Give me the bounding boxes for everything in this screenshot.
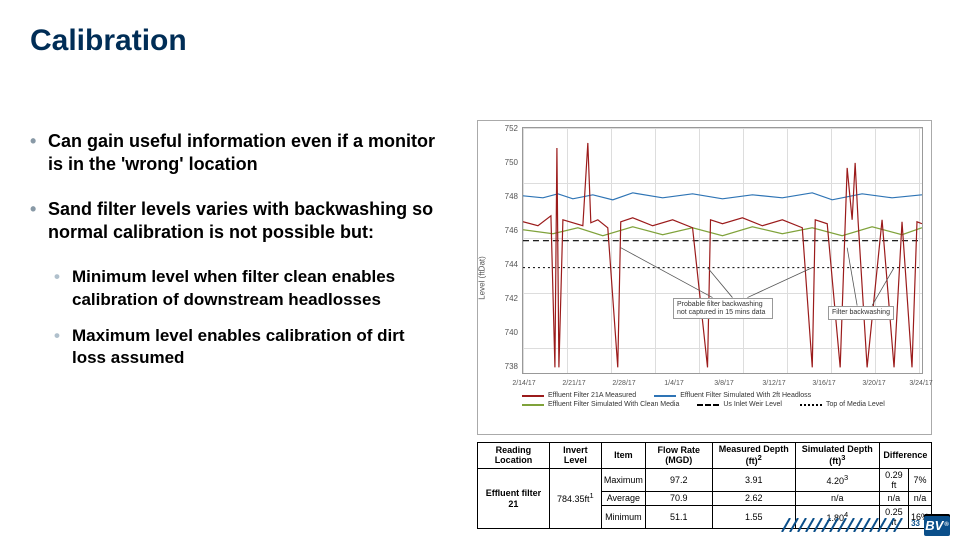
xtick: 3/12/17 xyxy=(762,380,785,387)
bullet-1: •Can gain useful information even if a m… xyxy=(30,130,445,176)
th: Reading Location xyxy=(478,443,550,469)
footer-hatch-icon xyxy=(780,518,910,532)
td: 4.203 xyxy=(795,468,879,492)
ytick: 750 xyxy=(490,158,518,167)
bullet-4-text: Maximum level enables calibration of dir… xyxy=(72,325,437,370)
td: 2.62 xyxy=(712,492,795,505)
td: 3.91 xyxy=(712,468,795,492)
page-number: 33 xyxy=(911,519,920,528)
xtick: 3/20/17 xyxy=(862,380,885,387)
legend-item: Effluent Filter 21A Measured xyxy=(522,392,636,399)
ytick: 738 xyxy=(490,362,518,371)
y-axis-label: Level (ftDat) xyxy=(477,256,486,300)
slide: Calibration •Can gain useful information… xyxy=(0,0,960,540)
legend-item: Effluent Filter Simulated With 2ft Headl… xyxy=(654,392,811,399)
chart-series xyxy=(523,128,922,372)
td: 70.9 xyxy=(645,492,712,505)
xtick: 2/14/17 xyxy=(512,380,535,387)
ytick: 740 xyxy=(490,328,518,337)
plot-area: Probable filter backwashing not captured… xyxy=(522,127,923,374)
xtick: 3/16/17 xyxy=(812,380,835,387)
bullet-1-text: Can gain useful information even if a mo… xyxy=(48,130,438,176)
annotation-1: Probable filter backwashing not captured… xyxy=(673,298,773,319)
legend-item: Effluent Filter Simulated With Clean Med… xyxy=(522,401,679,408)
td: Minimum xyxy=(601,505,645,529)
td: n/a xyxy=(795,492,879,505)
legend-item: Us Inlet Weir Level xyxy=(697,401,782,408)
xtick: 3/24/17 xyxy=(909,380,932,387)
td: 51.1 xyxy=(645,505,712,529)
bullet-4: •Maximum level enables calibration of di… xyxy=(54,325,445,370)
annotation-2: Filter backwashing xyxy=(828,306,894,320)
td: Average xyxy=(601,492,645,505)
bullet-2: •Sand filter levels varies with backwash… xyxy=(30,198,445,244)
td: 97.2 xyxy=(645,468,712,492)
td: Maximum xyxy=(601,468,645,492)
td: 0.29 ft xyxy=(879,468,908,492)
legend-item: Top of Media Level xyxy=(800,401,885,408)
bullet-3: •Minimum level when filter clean enables… xyxy=(54,266,445,311)
bullet-column: •Can gain useful information even if a m… xyxy=(30,130,445,384)
xtick: 2/28/17 xyxy=(612,380,635,387)
slide-title: Calibration xyxy=(30,24,187,58)
td: 784.35ft1 xyxy=(549,468,601,529)
ytick: 746 xyxy=(490,226,518,235)
td: Effluent filter 21 xyxy=(478,468,550,529)
xtick: 3/8/17 xyxy=(714,380,733,387)
xtick: 1/4/17 xyxy=(664,380,683,387)
th: Simulated Depth (ft)3 xyxy=(795,443,879,469)
ytick: 742 xyxy=(490,294,518,303)
bv-logo-icon: BV® xyxy=(924,514,950,536)
th: Measured Depth (ft)2 xyxy=(712,443,795,469)
chart-legend: Effluent Filter 21A Measured Effluent Fi… xyxy=(522,388,923,428)
ytick: 752 xyxy=(490,124,518,133)
results-table: Reading Location Invert Level Item Flow … xyxy=(477,442,932,529)
xtick: 2/21/17 xyxy=(562,380,585,387)
bullet-3-text: Minimum level when filter clean enables … xyxy=(72,266,437,311)
th: Invert Level xyxy=(549,443,601,469)
td: n/a xyxy=(879,492,908,505)
th: Difference xyxy=(879,443,931,469)
ytick: 744 xyxy=(490,260,518,269)
th: Flow Rate (MGD) xyxy=(645,443,712,469)
table-header-row: Reading Location Invert Level Item Flow … xyxy=(478,443,932,469)
th: Item xyxy=(601,443,645,469)
level-chart: 752 750 748 746 744 742 740 738 2/14/17 … xyxy=(477,120,932,435)
bullet-2-text: Sand filter levels varies with backwashi… xyxy=(48,198,438,244)
td: 7% xyxy=(908,468,931,492)
td: n/a xyxy=(908,492,931,505)
ytick: 748 xyxy=(490,192,518,201)
table-row: Effluent filter 21 784.35ft1 Maximum 97.… xyxy=(478,468,932,492)
